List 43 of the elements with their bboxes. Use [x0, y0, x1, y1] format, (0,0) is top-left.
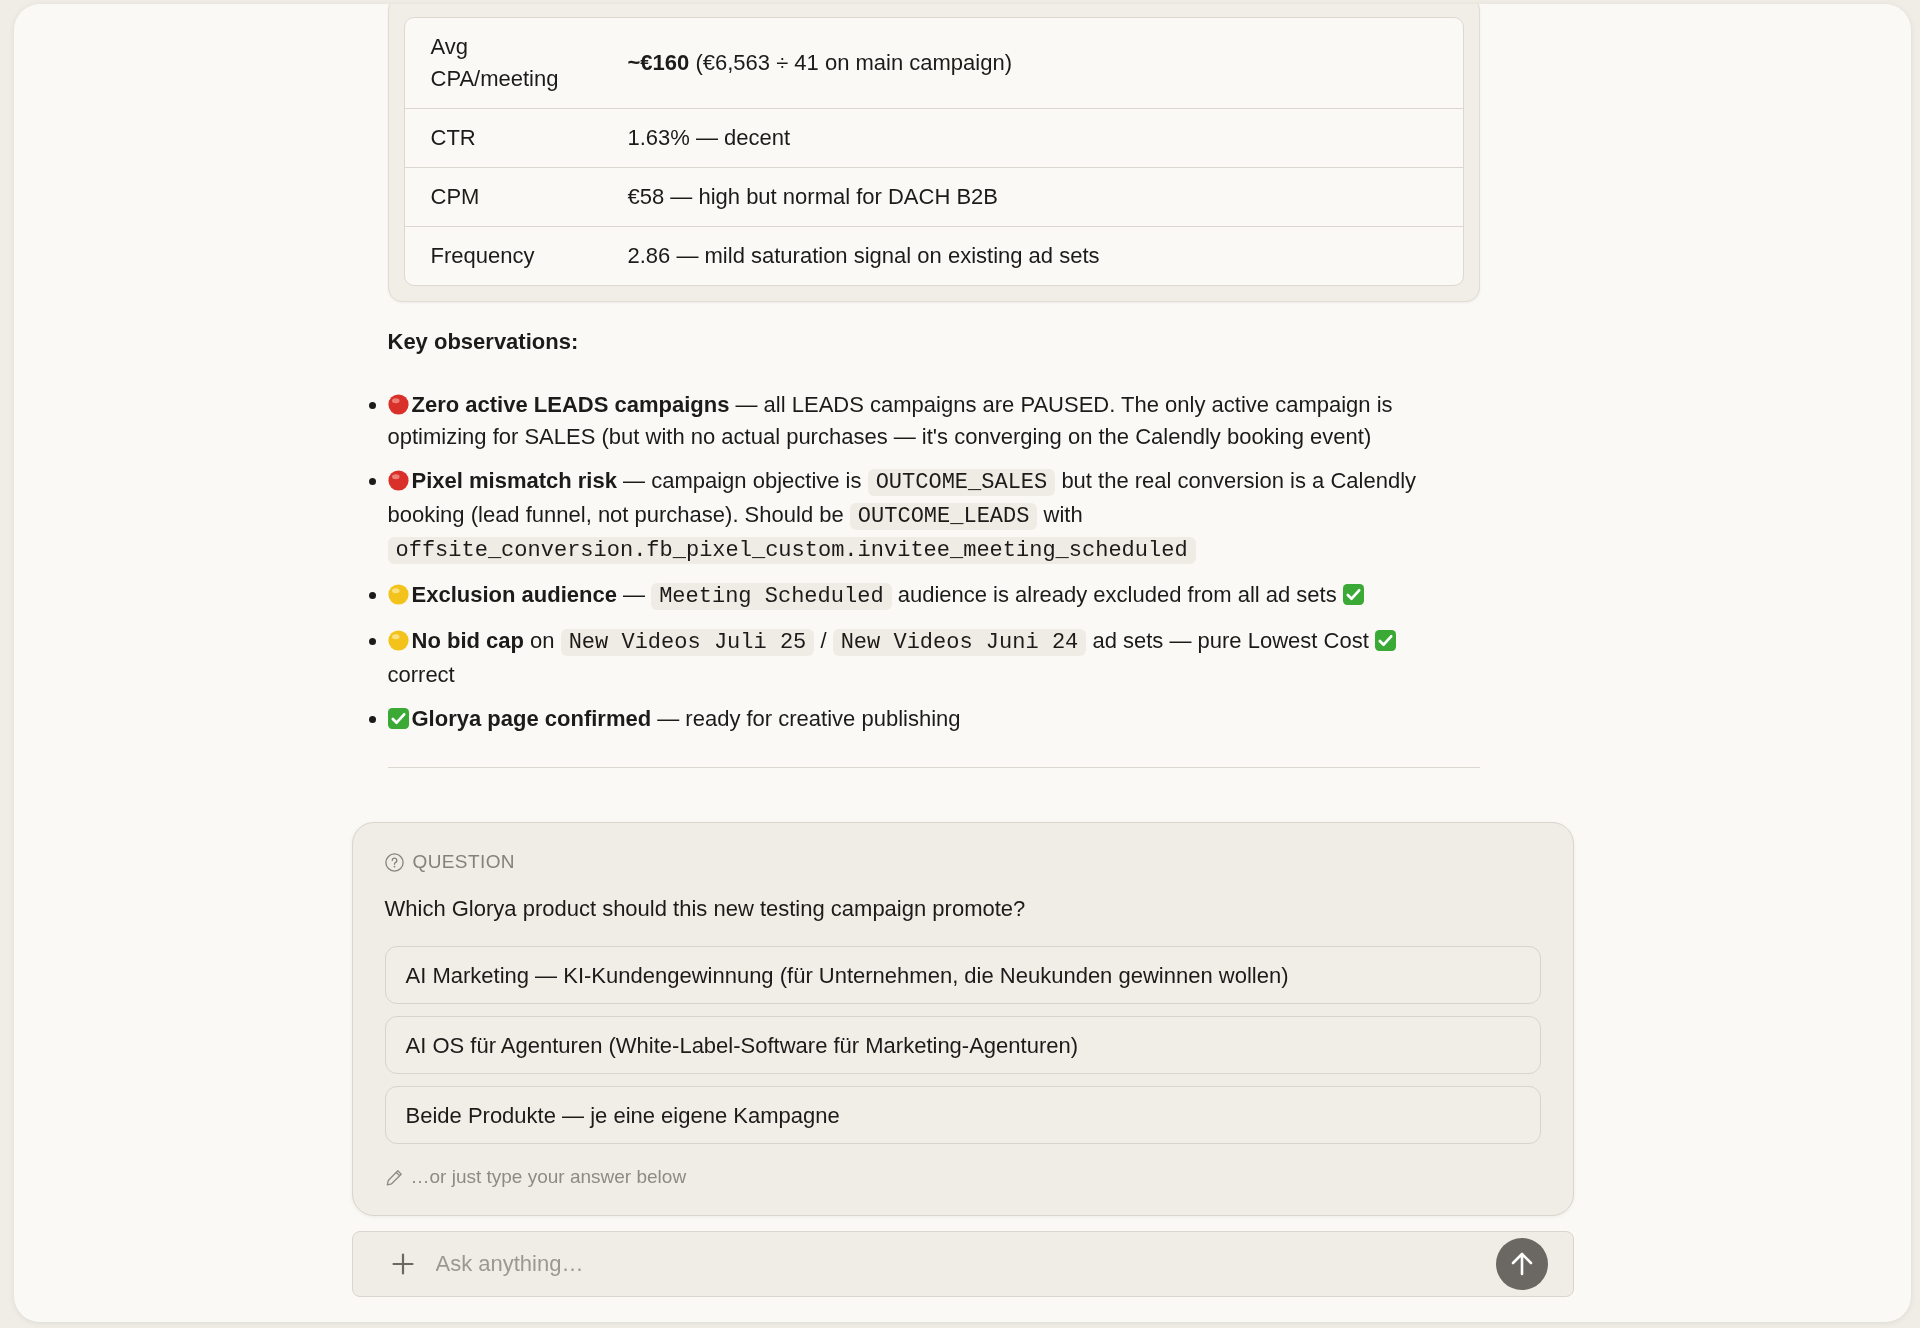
- inline-code: New Videos Juni 24: [832, 629, 1087, 656]
- inline-code: offsite_conversion.fb_pixel_custom.invitee_meeting_scheduled: [387, 537, 1196, 564]
- inline-code: New Videos Juli 25: [560, 629, 815, 656]
- bullet-icon: [368, 638, 376, 645]
- check-icon: [387, 708, 409, 729]
- send-button[interactable]: [1495, 1238, 1548, 1290]
- pencil-icon: [385, 1168, 403, 1186]
- bullet-icon: [368, 592, 376, 599]
- table-cell: Avg CPA/meeting: [404, 18, 602, 109]
- bullet-icon: [368, 716, 376, 723]
- status-dot-icon: [387, 470, 409, 491]
- status-dot-icon: [387, 630, 409, 651]
- table-cell: 1.63% — decent: [601, 109, 1463, 168]
- list-item-text: No bid cap on New Videos Juli 25 / New Videos Juni 24 ad sets — pure Lowest Cost correct: [387, 625, 1464, 691]
- table-cell: CPM: [404, 168, 602, 227]
- list-item-text: Glorya page confirmed — ready for creative publishing: [387, 703, 961, 735]
- status-dot-icon: [387, 584, 409, 605]
- message-field[interactable]: Ask anything…: [351, 1231, 1574, 1297]
- section-heading: Key observations:: [387, 328, 580, 356]
- answer-option[interactable]: AI OS für Agenturen (White-Label-Software für Marketing-Agenturen): [384, 1016, 1541, 1074]
- status-dot-icon: [387, 394, 409, 415]
- plus-icon[interactable]: [391, 1253, 414, 1275]
- bullet-icon: [368, 478, 376, 485]
- inline-code: Meeting Scheduled: [651, 583, 892, 610]
- question-label: QUESTION: [412, 850, 515, 874]
- list-item-text: Zero active LEADS campaigns — all LEADS campaigns are PAUSED. The only active campaign is optimizing for SALES (but with no actual purchases — it's converging on the Calendly booking event): [387, 391, 1394, 451]
- help-icon: [384, 852, 404, 872]
- check-icon: [1374, 630, 1396, 651]
- table-cell: €58 — high but normal for DACH B2B: [601, 168, 1463, 227]
- question-text: Which Glorya product should this new testing campaign promote?: [384, 895, 1027, 923]
- table-cell-text: 2.86 — mild saturation signal on existing ad sets: [626, 242, 1101, 270]
- table-cell: CTR: [404, 109, 602, 168]
- answer-option[interactable]: AI Marketing — KI-Kundengewinnung (für Unternehmen, die Neukunden gewinnen wollen): [384, 946, 1541, 1004]
- answer-option[interactable]: Beide Produkte — je eine eigene Kampagne: [384, 1086, 1541, 1144]
- hint-text: …or just type your answer below: [410, 1166, 687, 1188]
- message-input[interactable]: Ask anything…: [435, 1247, 1474, 1281]
- check-icon: [1342, 584, 1364, 605]
- inline-code: OUTCOME_SALES: [867, 469, 1056, 496]
- table-cell-text: Frequency: [429, 242, 536, 270]
- inline-code: OUTCOME_LEADS: [849, 503, 1038, 530]
- list-item-text: Exclusion audience — Meeting Scheduled audience is already excluded from all ad sets: [387, 579, 1367, 613]
- table-cell: ~€160 (€6,563 ÷ 41 on main campaign): [601, 18, 1463, 109]
- bullet-icon: [368, 402, 376, 409]
